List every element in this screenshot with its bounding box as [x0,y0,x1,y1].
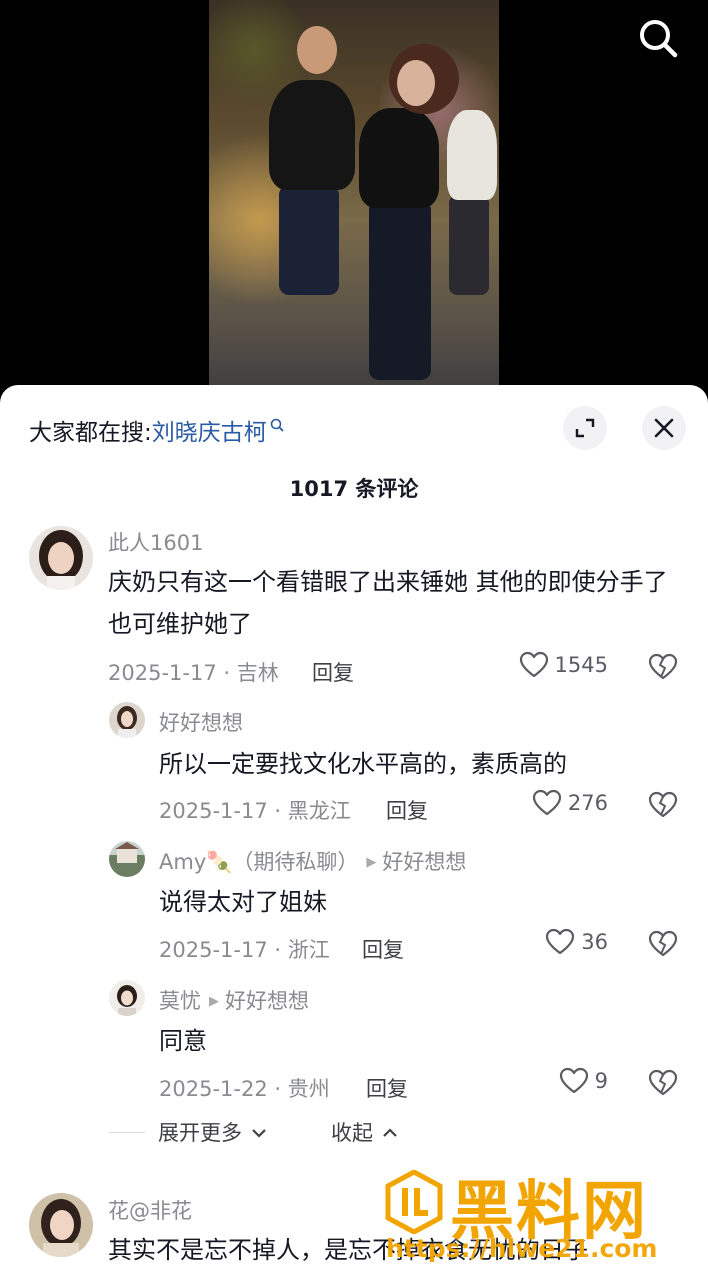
heart-icon [546,928,575,955]
expand-more-replies-button[interactable]: 展开更多 [158,1117,267,1147]
comment-text[interactable]: 说得太对了姐妹 [159,881,679,923]
broken-heart-icon [648,930,678,957]
comment-date-location: 2025-1-22 · 贵州 [159,1077,330,1101]
video-person [269,80,355,190]
hot-search-prefix: 大家都在搜: [29,420,152,446]
broken-heart-icon [648,653,678,680]
comment-username[interactable]: 此人1601 [108,527,203,557]
comment-date-location: 2025-1-17 · 浙江 [159,938,330,962]
comment-username[interactable]: 好好想想 [159,707,243,737]
comment-text[interactable]: 同意 [159,1020,679,1062]
video-person [369,200,431,380]
video-person [297,26,337,74]
video-area[interactable] [0,0,708,400]
reply-button[interactable]: 回复 [386,795,428,825]
collapse-replies-button[interactable]: 收起 [331,1117,398,1147]
reply-button[interactable]: 回复 [312,657,354,687]
reply-arrow-icon: ▶ [209,994,219,1009]
expand-button[interactable] [563,406,607,450]
username-text: Amy🍡（期待私聊） [159,850,359,874]
like-count: 9 [594,1069,608,1093]
reply-button[interactable]: 回复 [366,1073,408,1103]
reply-arrow-icon: ▶ [366,855,377,870]
like-button[interactable]: 36 [500,928,608,956]
heart-icon [532,789,562,816]
expand-icon [575,418,595,438]
like-count: 36 [581,930,608,954]
close-button[interactable] [642,406,686,450]
avatar[interactable] [29,1193,93,1257]
dislike-button[interactable] [648,930,678,960]
avatar[interactable] [29,526,93,590]
dislike-button[interactable] [648,653,678,683]
dislike-button[interactable] [648,791,678,821]
comment-username[interactable]: 莫忧 ▶ 好好想想 [159,985,309,1015]
comment-text[interactable]: 庆奶只有这一个看错眼了出来锤她 其他的即使分手了也可维护她了 [108,561,678,645]
search-icon [270,414,284,440]
comment-date-location: 2025-1-17 · 黑龙江 [159,799,351,823]
broken-heart-icon [648,1069,678,1096]
comment-sheet: 大家都在搜:刘晓庆古柯 1017 条评论 此人1601 庆奶只有这一个看错眼了出… [0,385,708,1280]
collapse-label: 收起 [331,1121,373,1145]
broken-heart-icon [648,791,678,818]
video-person [279,185,339,295]
comment-username[interactable]: 花@非花 [108,1195,192,1225]
comment-date-location: 2025-1-17 · 吉林 [108,661,279,685]
dislike-button[interactable] [648,1069,678,1099]
video-person [449,195,489,295]
hot-search-bar[interactable]: 大家都在搜:刘晓庆古柯 [29,413,284,447]
like-count: 1545 [554,653,608,677]
video-person [359,108,439,208]
comment-username[interactable]: Amy🍡（期待私聊） ▶ 好好想想 [159,846,466,876]
heart-icon [519,651,548,678]
heart-icon [559,1067,588,1094]
avatar[interactable] [109,702,145,738]
avatar[interactable] [109,841,145,877]
like-button[interactable]: 1545 [500,651,608,679]
reply-button[interactable]: 回复 [362,934,404,964]
video-frame[interactable] [209,0,499,400]
comment-text[interactable]: 其实不是忘不掉人，是忘不掉衣食无忧的日子 [108,1229,688,1271]
close-icon [654,418,674,438]
like-button[interactable]: 276 [500,789,608,817]
video-person [397,60,435,106]
like-button[interactable]: 9 [500,1067,608,1095]
expand-more-label: 展开更多 [158,1121,242,1145]
like-count: 276 [567,791,608,815]
hot-search-keyword[interactable]: 刘晓庆古柯 [152,420,267,446]
chevron-up-icon [382,1128,397,1137]
username-text: 莫忧 [159,989,201,1013]
thread-divider [109,1132,145,1133]
video-person [447,110,497,200]
avatar[interactable] [109,980,145,1016]
reply-to-username[interactable]: 好好想想 [225,989,309,1013]
search-icon [640,20,678,58]
reply-to-username[interactable]: 好好想想 [382,850,466,874]
comment-count-title: 1017 条评论 [289,477,419,501]
comment-text[interactable]: 所以一定要找文化水平高的，素质高的 [159,743,679,785]
search-button[interactable] [636,16,680,60]
chevron-down-icon [251,1129,266,1138]
